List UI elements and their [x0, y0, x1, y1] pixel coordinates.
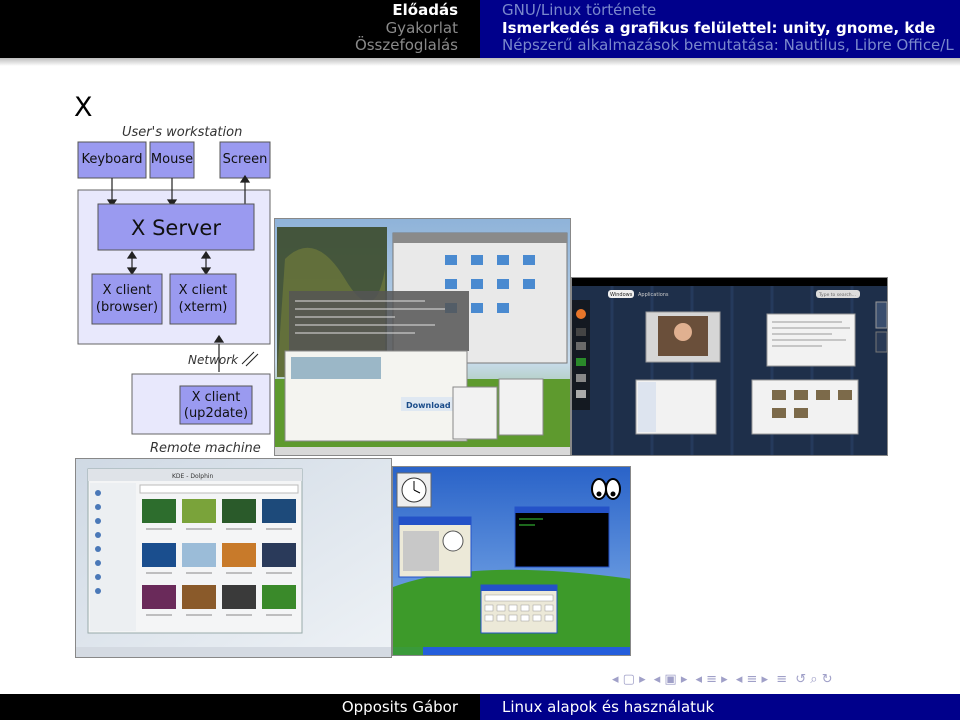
kde-dolphin-screenshot: KDE - Dolphin	[75, 458, 392, 658]
footer-course-title: Linux alapok és használatuk	[480, 694, 960, 720]
gnome-tab-windows: Windows	[610, 292, 633, 298]
client-xterm-line1: X client	[179, 283, 228, 298]
compiz-desktop-screenshot: Download X	[274, 218, 571, 456]
gnome-overview-screenshot: Windows Applications Type to search...	[571, 277, 888, 456]
section-link-osszefoglalas[interactable]: Összefoglalás	[0, 36, 458, 55]
section-nav: Előadás Gyakorlat Összefoglalás	[0, 0, 480, 58]
network-break-mark-2	[245, 353, 259, 367]
subsection-link-alkalmazasok[interactable]: Népszerű alkalmazások bemutatása: Nautil…	[502, 36, 960, 55]
client-remote-line1: X client	[192, 390, 241, 405]
compiz-download-text: Download X	[406, 401, 460, 410]
subsection-nav: GNU/Linux története Ismerkedés a grafiku…	[480, 0, 960, 58]
nav-align-icon[interactable]: ≡	[776, 672, 787, 687]
section-link-eloadas[interactable]: Előadás	[0, 1, 458, 20]
client-xterm-box	[169, 273, 237, 325]
nav-prev-slide-icon[interactable]: ◂ ▢ ▸	[612, 672, 646, 687]
client-remote-line2: (up2date)	[184, 406, 248, 421]
client-browser-line1: X client	[103, 283, 152, 298]
client-xterm-line2: (xterm)	[179, 300, 228, 315]
nav-section-icon[interactable]: ◂ ≡ ▸	[736, 672, 768, 687]
client-browser-line2: (browser)	[96, 300, 158, 315]
kde-window-title: KDE - Dolphin	[172, 473, 214, 480]
section-link-gyakorlat[interactable]: Gyakorlat	[0, 19, 458, 38]
screen-label: Screen	[223, 152, 268, 167]
x-server-label: X Server	[131, 216, 221, 240]
keyboard-label: Keyboard	[81, 152, 142, 167]
x-architecture-diagram: User's workstation Keyboard Mouse Screen…	[74, 120, 279, 456]
slide-footer: Opposits Gábor Linux alapok és használat…	[0, 694, 960, 720]
footer-author: Opposits Gábor	[0, 694, 480, 720]
network-label: Network	[188, 353, 239, 367]
gnome-search: Type to search...	[818, 292, 856, 298]
nav-undo-icon[interactable]: ↺ ⌕ ↻	[795, 672, 832, 687]
xp-desktop-screenshot	[392, 466, 631, 656]
beamer-navigation: ◂ ▢ ▸ ◂ ▣ ▸ ◂ ≡ ▸ ◂ ≡ ▸ ≡ ↺ ⌕ ↻	[612, 672, 837, 688]
workstation-label: User's workstation	[122, 125, 242, 140]
header-shadow	[0, 58, 960, 66]
nav-frame-icon[interactable]: ◂ ▣ ▸	[654, 672, 688, 687]
nav-subsection-icon[interactable]: ◂ ≡ ▸	[696, 672, 728, 687]
remote-machine-label: Remote machine	[150, 441, 261, 456]
mouse-label: Mouse	[151, 152, 193, 167]
slide-header: Előadás Gyakorlat Összefoglalás GNU/Linu…	[0, 0, 960, 58]
gnome-tab-apps: Applications	[638, 292, 669, 298]
network-break-mark	[241, 351, 255, 365]
subsection-link-grafikus[interactable]: Ismerkedés a grafikus felülettel: unity,…	[502, 19, 960, 38]
subsection-link-tortenete[interactable]: GNU/Linux története	[502, 1, 960, 20]
client-browser-box	[91, 273, 163, 325]
frame-title: X	[74, 92, 93, 123]
